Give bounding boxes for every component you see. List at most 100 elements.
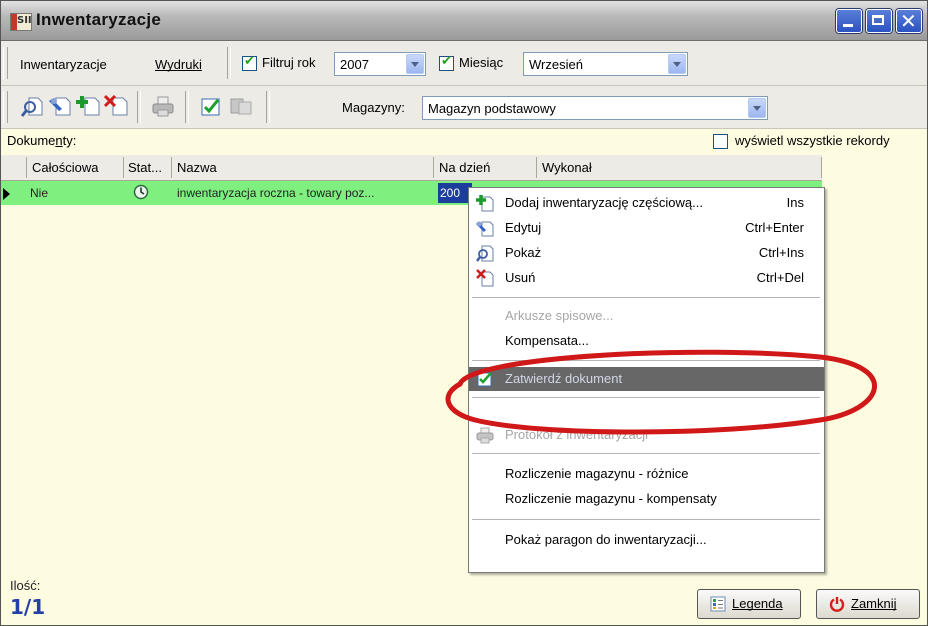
show-icon xyxy=(476,244,494,262)
print-icon xyxy=(476,426,494,444)
menu-item-settlement-compensations[interactable]: Rozliczenie magazynu - kompensaty xyxy=(469,487,824,511)
cell-na-dzien-text: 200 xyxy=(440,186,461,200)
clock-icon xyxy=(133,184,149,200)
title-bar[interactable]: SII Inwentaryzacje ✕ xyxy=(0,0,928,41)
menu-item-label: Dodaj inwentaryzację częściową... xyxy=(505,195,703,210)
menu-item-label: Kompensata... xyxy=(505,333,589,348)
print-icon[interactable] xyxy=(150,93,176,119)
menu-item-shortcut: Ctrl+Enter xyxy=(745,220,804,235)
app-icon-text: SII xyxy=(17,15,32,26)
edit-icon xyxy=(476,219,494,237)
add-icon[interactable] xyxy=(76,93,102,119)
column-divider xyxy=(821,157,822,178)
toolbar-grip[interactable] xyxy=(3,91,8,123)
close-icon[interactable]: ✕ xyxy=(896,9,922,33)
close-button[interactable]: Zamknij xyxy=(816,589,920,619)
minimize-icon[interactable] xyxy=(836,9,862,33)
menu-item-add-partial[interactable]: Dodaj inwentaryzację częściową... Ins xyxy=(469,191,824,215)
col-nazwa[interactable]: Nazwa xyxy=(177,160,217,175)
menu-item-show[interactable]: Pokaż Ctrl+Ins xyxy=(469,241,824,265)
count-label: Ilość: xyxy=(10,578,41,593)
menu-item-shortcut: Ins xyxy=(786,195,804,210)
approve-icon[interactable] xyxy=(198,93,224,119)
col-na-dzien[interactable]: Na dzień xyxy=(439,160,490,175)
menu-separator xyxy=(472,297,820,298)
year-value: 2007 xyxy=(340,57,369,72)
close-label: Zamknij xyxy=(851,596,897,611)
menu-item-edit[interactable]: Edytuj Ctrl+Enter xyxy=(469,216,824,240)
cell-na-dzien[interactable]: 200 xyxy=(438,183,472,203)
toolbar-grip[interactable] xyxy=(3,47,8,79)
legend-label: Legenda xyxy=(732,596,783,611)
toolbar-separator xyxy=(227,47,231,79)
warehouse-label: Magazyny: xyxy=(342,100,405,115)
documents-label: Dokumenty: xyxy=(7,133,77,148)
month-select[interactable]: Wrzesień xyxy=(523,52,688,76)
menu-item-shortcut: Ctrl+Ins xyxy=(758,245,804,260)
menu-item-show-receipt[interactable]: Pokaż paragon do inwentaryzacji... xyxy=(469,528,824,552)
warehouse-value: Magazyn podstawowy xyxy=(428,101,556,116)
chevron-down-icon[interactable] xyxy=(668,54,686,74)
action-toolbar: Magazyny: Magazyn podstawowy xyxy=(0,86,928,129)
year-select[interactable]: 2007 xyxy=(334,52,426,76)
menu-separator xyxy=(472,453,820,454)
col-status[interactable]: Stat... xyxy=(128,160,162,175)
edit-icon[interactable] xyxy=(48,93,74,119)
show-all-checkbox[interactable] xyxy=(713,134,728,149)
col-wykonal[interactable]: Wykonał xyxy=(542,160,592,175)
inventory-window: SII Inwentaryzacje ✕ Inwentaryzacje Wydr… xyxy=(0,0,928,626)
menu-item-compensation[interactable]: Kompensata... xyxy=(469,329,824,353)
column-divider xyxy=(171,157,172,178)
legend-icon xyxy=(710,596,726,612)
chevron-down-icon[interactable] xyxy=(406,54,424,74)
documents-label-accel: n xyxy=(55,133,63,148)
cell-calosciowa: Nie xyxy=(30,186,49,200)
column-divider xyxy=(433,157,434,178)
menu-item-count-sheets[interactable]: Arkusze spisowe... xyxy=(469,304,824,328)
context-menu: Dodaj inwentaryzację częściową... Ins Ed… xyxy=(468,187,825,573)
menu-item-shortcut: Ctrl+Del xyxy=(756,270,804,285)
toolbar-separator xyxy=(266,91,270,123)
current-row-indicator-icon xyxy=(3,188,10,200)
toolbar-separator xyxy=(185,91,189,123)
chevron-down-icon[interactable] xyxy=(748,98,766,118)
filter-year-label: Filtruj rok xyxy=(262,55,316,70)
menu-separator xyxy=(472,519,820,520)
row-selector-header xyxy=(0,155,26,180)
window-title: Inwentaryzacje xyxy=(36,10,162,29)
menu-separator xyxy=(472,397,820,398)
legend-button[interactable]: Legenda xyxy=(697,589,801,619)
menu-wydruki[interactable]: Wydruki xyxy=(155,57,202,72)
delete-icon xyxy=(476,269,494,287)
col-calosciowa[interactable]: Całościowa xyxy=(32,160,98,175)
filter-month-label: Miesiąc xyxy=(459,55,504,70)
toolbar-separator xyxy=(137,91,141,123)
menu-item-label: Rozliczenie magazynu - różnice xyxy=(505,466,689,481)
warehouse-select[interactable]: Magazyn podstawowy xyxy=(422,96,768,120)
menu-toolbar: Inwentaryzacje Wydruki Filtruj rok 2007 … xyxy=(0,41,928,86)
add-icon xyxy=(476,194,494,212)
column-divider xyxy=(26,157,27,178)
menu-separator xyxy=(472,360,820,361)
filter-year-checkbox[interactable] xyxy=(242,54,257,71)
delete-icon[interactable] xyxy=(103,93,130,119)
menu-item-delete[interactable]: Usuń Ctrl+Del xyxy=(469,266,824,290)
show-all-label: wyświetl wszystkie rekordy xyxy=(735,133,890,148)
menu-item-label: Zatwierdź dokument xyxy=(505,371,623,386)
menu-item-settlement-differences[interactable]: Rozliczenie magazynu - różnice xyxy=(469,462,824,486)
column-divider xyxy=(123,157,124,178)
grid-header: Całościowa Stat... Nazwa Na dzień Wykona… xyxy=(0,155,822,181)
count-value: 1/1 xyxy=(10,595,46,619)
menu-item-label: Protokół z inwentaryzacji xyxy=(505,427,649,442)
column-divider xyxy=(536,157,537,178)
maximize-icon[interactable] xyxy=(866,9,892,33)
menu-item-label: Rozliczenie magazynu - kompensaty xyxy=(505,491,717,506)
menu-inwentaryzacje[interactable]: Inwentaryzacje xyxy=(20,57,107,72)
menu-item-label: Edytuj xyxy=(505,220,542,235)
compensate-icon[interactable] xyxy=(228,93,254,119)
filter-month-checkbox[interactable] xyxy=(439,54,454,71)
month-value: Wrzesień xyxy=(529,57,583,72)
menu-item-approve-document[interactable]: Zatwierdź dokument xyxy=(469,367,824,391)
menu-item-protocol[interactable]: Protokół z inwentaryzacji xyxy=(469,423,824,447)
show-icon[interactable] xyxy=(20,93,46,119)
